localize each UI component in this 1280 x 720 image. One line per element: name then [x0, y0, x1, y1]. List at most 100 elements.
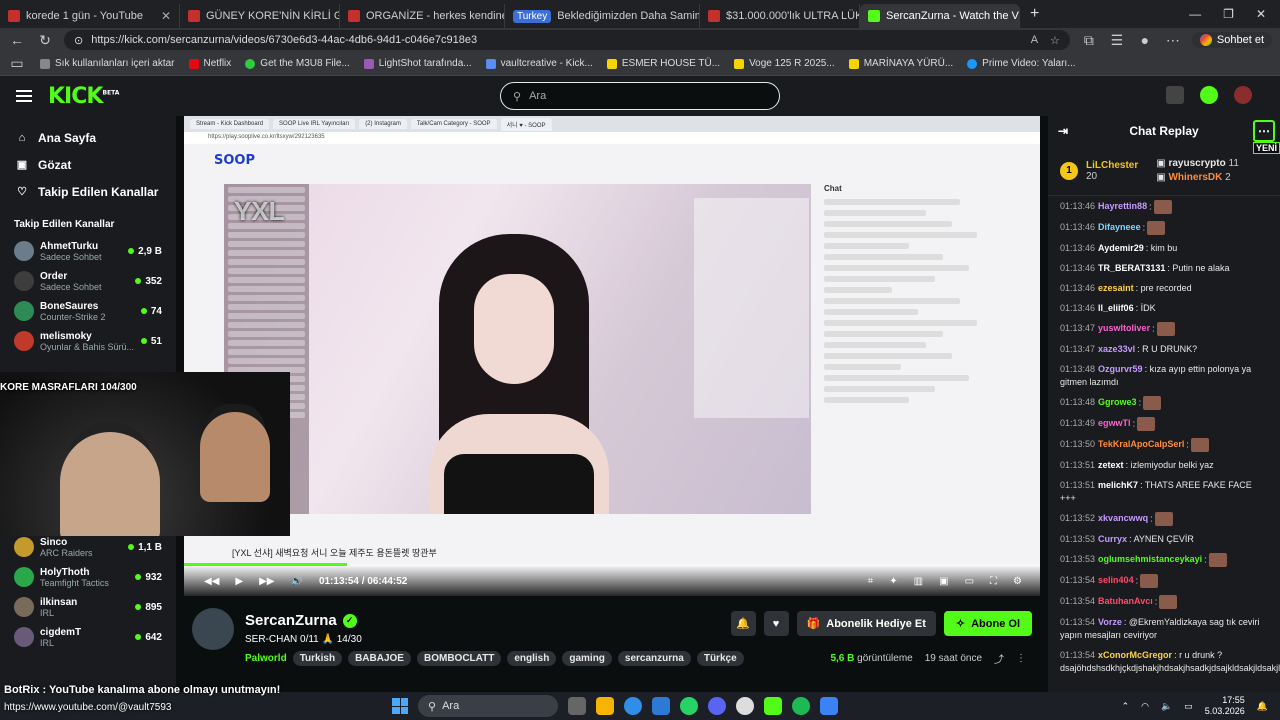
message-username[interactable]: egwwTl: [1098, 418, 1131, 428]
bookmark-item[interactable]: Voge 125 R 2025...: [734, 58, 835, 69]
browser-tab[interactable]: korede 1 gün - YouTube ✕: [0, 4, 180, 28]
maximize-icon[interactable]: ❐: [1223, 7, 1234, 21]
sidebar-channel[interactable]: BoneSaures Counter-Strike 2 74: [0, 296, 176, 326]
tag[interactable]: Türkçe: [696, 651, 744, 666]
tray-chevron-icon[interactable]: ⌃: [1122, 701, 1130, 712]
browser-tab[interactable]: GÜNEY KORE'NİN KİRLİ GECE HAYATI✕: [180, 4, 340, 28]
taskbar-search[interactable]: ⚲ Ara: [418, 695, 558, 717]
bookmark-item[interactable]: LightShot tarafında...: [363, 58, 472, 69]
tag[interactable]: sercanzurna: [617, 651, 691, 666]
sidebar-channel[interactable]: AhmetTurku Sadece Sohbet 2,9 B: [0, 236, 176, 266]
app-icon[interactable]: [820, 697, 838, 715]
message-username[interactable]: Curryx: [1098, 534, 1127, 544]
notification-bell-icon[interactable]: 🔔: [1257, 701, 1268, 712]
sidebar-toggle-icon[interactable]: ▭: [8, 55, 26, 72]
message-username[interactable]: BatuhanAvcı: [1098, 596, 1153, 606]
message-username[interactable]: TR_BERAT3131: [1098, 263, 1165, 273]
url-field[interactable]: ⊙ https://kick.com/sercanzurna/videos/67…: [64, 30, 1070, 50]
sparkle-icon[interactable]: ✦: [889, 576, 897, 587]
nav-home[interactable]: ⌂ Ana Sayfa: [0, 124, 176, 151]
collections-icon[interactable]: ☰: [1108, 32, 1126, 49]
message-username[interactable]: Difayneee: [1098, 222, 1141, 232]
search-input[interactable]: ⚲ Ara: [500, 82, 780, 110]
kick-logo[interactable]: KICKBETA: [48, 84, 119, 109]
channel-avatar[interactable]: [192, 608, 234, 650]
clip-icon[interactable]: ⌗: [868, 576, 874, 587]
message-username[interactable]: Aydemir29: [1098, 243, 1144, 253]
message-username[interactable]: xaze33vl: [1098, 344, 1135, 354]
profile-avatar-icon[interactable]: ●: [1136, 32, 1154, 48]
bookmark-item[interactable]: MARİNAYA YÜRÜ...: [848, 58, 953, 69]
message-username[interactable]: Ozgurvr59: [1098, 364, 1143, 374]
forward-icon[interactable]: ▶▶: [259, 576, 274, 587]
message-username[interactable]: zetext: [1098, 460, 1124, 470]
whatsapp-icon[interactable]: [680, 697, 698, 715]
chat-options-button[interactable]: ⋯: [1253, 120, 1275, 142]
play-icon[interactable]: ▶: [235, 576, 243, 587]
bookmark-item[interactable]: Get the M3U8 File...: [245, 58, 350, 69]
message-username[interactable]: oglumsehmistanceykayi: [1098, 554, 1202, 564]
browser-tab[interactable]: $31.000.000'lık ULTRA LÜKS Deniz✕: [700, 4, 860, 28]
sidebar-channel[interactable]: HolyThoth Teamfight Tactics 932: [0, 562, 176, 592]
sidebar-channel[interactable]: cigdemT IRL 642: [0, 622, 176, 652]
menu-dots-icon[interactable]: ⋯: [1164, 32, 1182, 49]
windows-start-icon[interactable]: [392, 698, 408, 714]
message-username[interactable]: yuswltoliver: [1098, 323, 1150, 333]
favorite-star-icon[interactable]: ☆: [1050, 34, 1060, 47]
notification-bell-button[interactable]: 🔔: [730, 611, 756, 636]
channel-name[interactable]: SercanZurna ✓: [245, 612, 357, 629]
message-username[interactable]: ezesaint: [1098, 283, 1134, 293]
settings-gear-icon[interactable]: ⚙: [1013, 576, 1022, 587]
spotify-icon[interactable]: [792, 697, 810, 715]
message-username[interactable]: Hayrettin88: [1098, 201, 1147, 211]
more-options-icon[interactable]: ⋮: [1016, 653, 1026, 664]
progress-bar[interactable]: [184, 563, 1040, 566]
chatgpt-icon[interactable]: [736, 697, 754, 715]
tag[interactable]: gaming: [562, 651, 612, 666]
edge-icon[interactable]: [624, 697, 642, 715]
bookmark-item[interactable]: vaultcreative - Kick...: [485, 58, 593, 69]
follow-button[interactable]: ♥: [763, 611, 789, 636]
extensions-icon[interactable]: ⧉: [1080, 32, 1098, 49]
battery-icon[interactable]: ▭: [1184, 701, 1193, 712]
reload-icon[interactable]: ↻: [36, 32, 54, 49]
hamburger-menu-icon[interactable]: [16, 87, 32, 105]
sidebar-channel[interactable]: ilkinsan IRL 895: [0, 592, 176, 622]
kick-coin-icon[interactable]: [1200, 86, 1218, 104]
message-username[interactable]: Vorze: [1098, 617, 1122, 627]
tag[interactable]: Turkish: [292, 651, 343, 666]
message-username[interactable]: ll_eliif06: [1098, 303, 1134, 313]
message-username[interactable]: melichK7: [1098, 480, 1138, 490]
browser-tab-active[interactable]: SercanZurna - Watch the VOD on Kick✕: [860, 4, 1020, 28]
store-icon[interactable]: [652, 697, 670, 715]
gift-sub-button[interactable]: 🎁 Abonelik Hediye Et: [796, 611, 936, 636]
speaker-icon[interactable]: 🔈: [1161, 701, 1172, 712]
translate-badge[interactable]: Turkey: [513, 9, 552, 23]
site-info-icon[interactable]: ⊙: [74, 34, 83, 47]
sidebar-channel[interactable]: Order Sadece Sohbet 352: [0, 266, 176, 296]
close-icon[interactable]: ✕: [161, 9, 171, 23]
back-icon[interactable]: ←: [8, 32, 26, 48]
message-username[interactable]: selin404: [1098, 575, 1134, 585]
category-link[interactable]: Palworld: [245, 653, 287, 664]
video-player[interactable]: Stream - Kick Dashboard SOOP Live IRL Ya…: [184, 116, 1040, 596]
task-view-icon[interactable]: [568, 697, 586, 715]
vod-icon[interactable]: [1166, 86, 1184, 104]
bookmark-item[interactable]: Netflix: [188, 58, 231, 69]
kick-app-icon[interactable]: [764, 697, 782, 715]
read-aloud-icon[interactable]: A: [1031, 34, 1038, 47]
share-icon[interactable]: ⤴: [994, 651, 1004, 666]
rewind-icon[interactable]: ◀◀: [204, 576, 219, 587]
stats-icon[interactable]: ▥: [914, 576, 923, 587]
nav-following[interactable]: ♡ Takip Edilen Kanallar: [0, 178, 176, 205]
tag[interactable]: english: [507, 651, 557, 666]
user-avatar[interactable]: [1234, 86, 1252, 104]
message-username[interactable]: TekKralApoCalpSerl: [1098, 439, 1184, 449]
new-tab-button[interactable]: +: [1020, 5, 1049, 23]
discord-icon[interactable]: [708, 697, 726, 715]
fullscreen-icon[interactable]: ⛶: [990, 576, 997, 587]
pip-icon[interactable]: ▣: [939, 576, 948, 587]
copilot-chat-button[interactable]: Sohbet et: [1191, 32, 1272, 48]
volume-icon[interactable]: 🔊: [290, 576, 302, 587]
tag[interactable]: BABAJOE: [348, 651, 411, 666]
